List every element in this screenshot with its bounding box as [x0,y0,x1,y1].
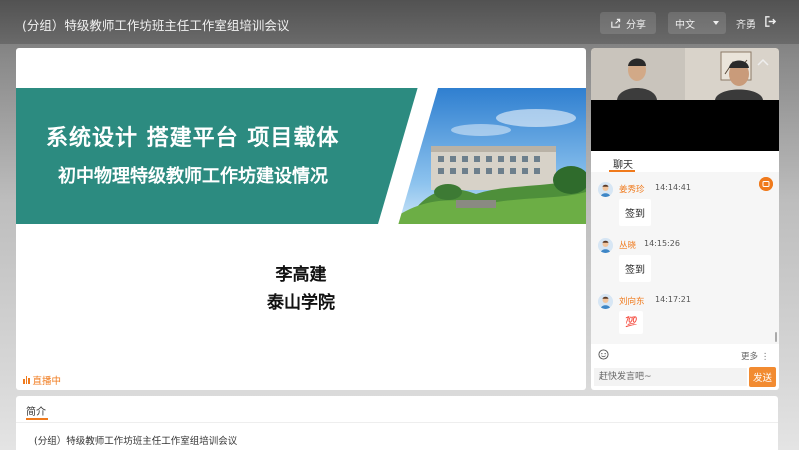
tab-chat[interactable]: 聊天 [613,156,633,171]
share-label: 分享 [626,19,646,31]
live-label: 直播中 [32,376,62,387]
live-player[interactable]: 系统设计 搭建平台 项目载体 初中物理特级教师工作坊建设情况 李高建 泰山学院 … [16,48,586,390]
share-icon [611,18,621,28]
top-bar: (分组）特级教师工作坊班主任工作室组培训会议 分享 中文 齐勇 [0,0,799,44]
page-title: (分组）特级教师工作坊班主任工作室组培训会议 [22,18,290,33]
more-button[interactable]: 更多 ⋮ [741,350,769,362]
slide-banner-background [16,88,441,224]
caret-down-icon [713,21,719,25]
chat-input[interactable] [594,368,747,386]
more-dots-icon: ⋮ [760,352,770,362]
live-status-badge: 直播中 [23,373,61,387]
intro-panel: 简介 (分组）特级教师工作坊班主任工作室组培训会议 [16,396,778,450]
chevron-up-icon[interactable] [757,58,769,66]
slide-subtitle: 初中物理特级教师工作坊建设情况 [58,166,328,187]
tab-intro[interactable]: 简介 [26,403,46,418]
slide-banner: 系统设计 搭建平台 项目载体 初中物理特级教师工作坊建设情况 [16,88,586,224]
presenter-organization: 泰山学院 [267,293,335,313]
user-avatar-icon [598,294,613,309]
chat-bubble: 💯 [619,311,644,334]
emoji-icon[interactable] [598,349,609,360]
chat-time: 14:15:26 [644,239,680,248]
chat-sender: 姜秀珍 [619,185,645,195]
user-name[interactable]: 齐勇 [736,16,756,31]
intro-description: (分组）特级教师工作坊班主任工作室组培训会议 [34,436,238,447]
presenter-name: 李高建 [275,265,327,285]
chat-message-list[interactable]: 姜秀珍 14:14:41 签到 丛晓 14:15:26 签到 刘向东 14:17… [591,172,779,344]
chat-toolbar: 更多 ⋮ [591,346,779,364]
live-bars-icon [23,376,30,384]
chat-sender: 刘向东 [619,297,645,307]
chat-sender: 丛晓 [619,241,637,251]
share-button[interactable]: 分享 [600,12,656,34]
chat-time: 14:14:41 [655,183,691,192]
user-avatar-icon [598,238,613,253]
chat-time: 14:17:21 [655,295,691,304]
slide-title: 系统设计 搭建平台 项目载体 [46,126,340,151]
tab-intro-indicator [26,418,48,420]
language-value: 中文 [675,19,695,31]
divider [16,422,778,423]
send-button[interactable]: 发送 [749,367,776,387]
more-label: 更多 [741,352,759,362]
chat-scrollbar[interactable] [775,332,777,342]
language-select[interactable]: 中文 [668,12,726,34]
chat-bubble: 签到 [619,255,651,282]
side-panel: 聊天 姜秀珍 14:14:41 签到 丛晓 14:15:26 签到 刘向东 14… [591,48,779,390]
chat-bubble: 签到 [619,199,651,226]
camera-feed [591,48,779,151]
user-avatar-icon [598,182,613,197]
logout-icon[interactable] [764,15,777,28]
chat-notification-icon[interactable] [759,177,773,191]
